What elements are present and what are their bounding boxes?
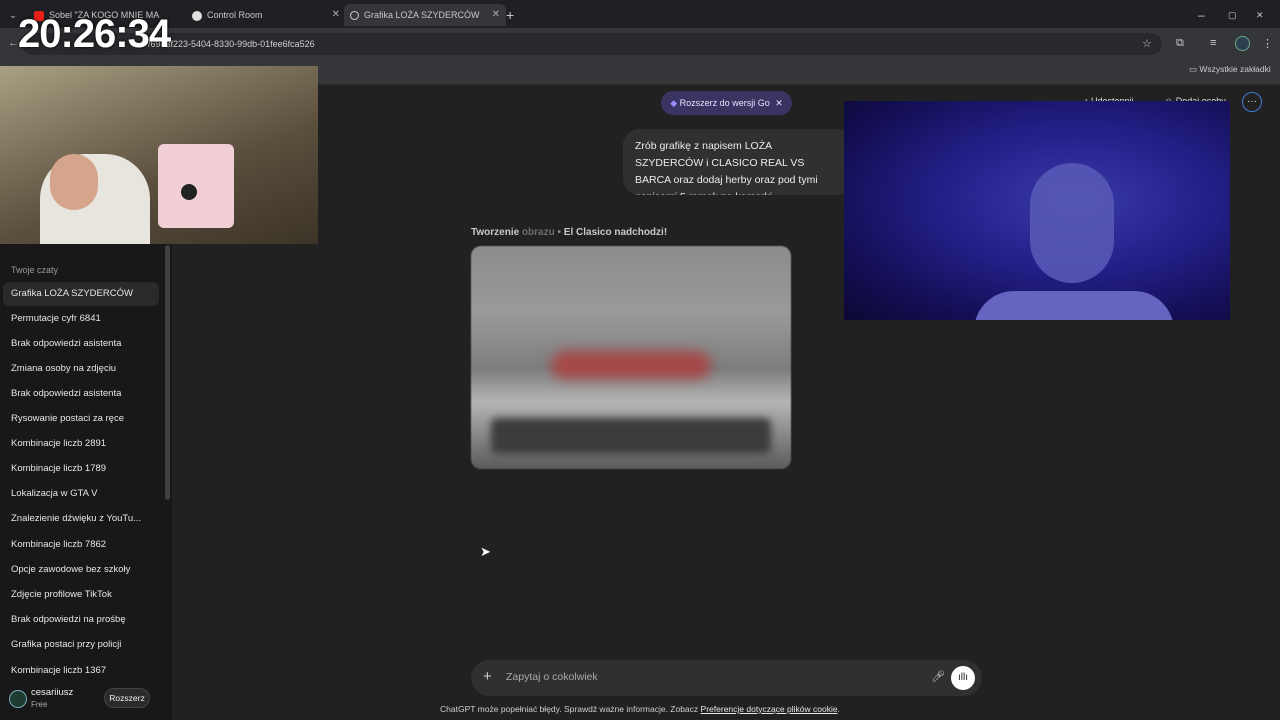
webcam-person-body bbox=[974, 291, 1174, 320]
chat-item-label: Zmiana osoby na zdjęciu bbox=[11, 363, 117, 374]
extensions-icon[interactable]: ⧉ bbox=[1176, 37, 1184, 50]
webcam-person-face bbox=[1030, 163, 1114, 283]
disclaimer-end: . bbox=[837, 704, 840, 714]
chat-item[interactable]: Brak odpowiedzi asistenta bbox=[3, 332, 159, 356]
chat-item-label: Kombinacje liczb 2891 bbox=[11, 438, 107, 449]
upgrade-go-label: Rozszerz do wersji Go bbox=[679, 98, 770, 108]
star-icon[interactable]: ☆ bbox=[1142, 37, 1152, 50]
profile-avatar[interactable] bbox=[1235, 36, 1250, 51]
close-icon[interactable]: ✕ bbox=[775, 98, 783, 108]
chat-item-label: Opcje zawodowe bez szkoły bbox=[11, 564, 131, 575]
microphone-icon[interactable]: 🎤︎ bbox=[931, 670, 945, 683]
sparkle-icon: ◆ bbox=[670, 98, 678, 108]
close-icon[interactable]: ✕ bbox=[492, 4, 500, 26]
url-text: /6963f223-5404-8330-99db-01fee6fca526 bbox=[148, 39, 315, 49]
chat-item[interactable]: Brak odpowiedzi asistenta bbox=[3, 382, 159, 406]
stream-clock: 20:26:34 bbox=[18, 12, 171, 56]
chat-item[interactable]: Grafika postaci przy policji bbox=[3, 633, 159, 657]
composer[interactable]: + Zapytaj o cokolwiek 🎤︎ ıllı bbox=[471, 660, 982, 696]
mouse-cursor-icon: ➤ bbox=[480, 544, 491, 559]
chat-item-label: Brak odpowiedzi na prośbę bbox=[11, 614, 126, 625]
status-text: El Clasico nadchodzi! bbox=[563, 227, 668, 238]
chat-item-label: Lokalizacja w GTA V bbox=[11, 488, 98, 499]
chat-item[interactable]: Permutacje cyfr 6841 bbox=[3, 307, 159, 331]
chat-item[interactable]: Znalezienie dźwięku z YouTu... bbox=[3, 507, 159, 531]
voice-mode-button[interactable]: ıllı bbox=[951, 666, 975, 690]
sidebar-section-title: Twoje czaty bbox=[11, 265, 59, 275]
webcam-overlay-right bbox=[844, 101, 1230, 320]
chat-item-label: Grafika postaci przy policji bbox=[11, 639, 122, 650]
spotify-icon bbox=[181, 184, 197, 200]
chat-item[interactable]: Kombinacje liczb 7862 bbox=[3, 533, 159, 557]
image-blur-frames bbox=[491, 418, 771, 454]
status-prefix: Tworzenie bbox=[471, 227, 520, 238]
tab-grafika[interactable]: Grafika LOŻA SZYDERCÓW ✕ bbox=[344, 4, 506, 26]
chat-item-label: Zdjęcie profilowe TikTok bbox=[11, 589, 112, 600]
chat-item-label: Grafika LOŻA SZYDERCÓW bbox=[11, 288, 133, 299]
prompt-input[interactable]: Zapytaj o cokolwiek bbox=[506, 671, 598, 683]
chat-item[interactable]: Brak odpowiedzi na prośbę bbox=[3, 608, 159, 632]
chat-item-label: Permutacje cyfr 6841 bbox=[11, 313, 101, 324]
chat-item-label: Znalezienie dźwięku z YouTu... bbox=[11, 513, 142, 524]
chatgpt-icon bbox=[350, 11, 359, 21]
more-options-icon[interactable]: ··· bbox=[1242, 92, 1262, 112]
close-icon[interactable]: ✕ bbox=[332, 4, 340, 26]
status-bullet: • bbox=[557, 227, 562, 238]
image-status: Tworzenie obrazu • El Clasico nadchodzi! bbox=[471, 227, 667, 238]
chat-item[interactable]: Zdjęcie profilowe TikTok bbox=[3, 583, 159, 607]
disclaimer-text: ChatGPT może popełniać błędy. Sprawdź wa… bbox=[440, 704, 699, 714]
status-faded: obrazu bbox=[521, 227, 555, 238]
user-message-text: Zrób grafikę z napisem LOŻA SZYDERCÓW i … bbox=[635, 140, 818, 195]
chat-item[interactable]: Kombinacje liczb 2891 bbox=[3, 432, 159, 456]
window-close-icon[interactable]: ✕ bbox=[1256, 4, 1270, 26]
chat-item-label: Brak odpowiedzi asistenta bbox=[11, 338, 122, 349]
cookie-preferences-link[interactable]: Preferencje dotyczące plików cookie bbox=[701, 704, 838, 714]
chat-item[interactable]: Rysowanie postaci za ręce bbox=[3, 407, 159, 431]
url-input[interactable]: /6963f223-5404-8330-99db-01fee6fca526 bbox=[22, 33, 1162, 55]
chat-item-grafika-loza[interactable]: Grafika LOŻA SZYDERCÓW bbox=[3, 282, 159, 306]
tab-control-room[interactable]: Control Room ✕ bbox=[186, 4, 346, 26]
all-bookmarks[interactable]: ▭ Wszystkie zakładki bbox=[1189, 64, 1271, 75]
folder-icon: ▭ bbox=[1189, 64, 1198, 74]
media-icon[interactable]: ≡ bbox=[1210, 37, 1216, 49]
sidebar-scrollbar[interactable] bbox=[165, 245, 170, 500]
user-message-bubble: Zrób grafikę z napisem LOŻA SZYDERCÓW i … bbox=[623, 129, 853, 195]
chat-item-label: Kombinacje liczb 7862 bbox=[11, 539, 107, 550]
chat-item[interactable]: Zmiana osoby na zdjęciu bbox=[3, 357, 159, 381]
chat-item-label: Kombinacje liczb 1789 bbox=[11, 463, 107, 474]
chat-item-label: Brak odpowiedzi asistenta bbox=[11, 388, 122, 399]
plus-icon[interactable]: + bbox=[483, 668, 492, 685]
disclaimer: ChatGPT może popełniać błędy. Sprawdź wa… bbox=[0, 704, 1280, 714]
new-tab-button[interactable]: + bbox=[506, 4, 520, 26]
tab-label: Grafika LOŻA SZYDERCÓW bbox=[364, 10, 480, 20]
browser-tab-bar: ⌄ Sobel "ZA KOGO MNIE MA Control Room ✕ … bbox=[0, 0, 1280, 28]
tab-label: Control Room bbox=[207, 10, 263, 20]
kebab-menu-icon[interactable]: ⋮ bbox=[1262, 37, 1273, 50]
chat-item-label: Kombinacje liczb 1367 bbox=[11, 665, 107, 676]
chat-item[interactable]: Opcje zawodowe bez szkoły bbox=[3, 558, 159, 582]
webcam-person-head bbox=[50, 154, 98, 210]
image-blur-red bbox=[551, 351, 711, 379]
user-name: cesariiusz bbox=[31, 687, 74, 698]
voice-wave-icon: ıllı bbox=[958, 672, 968, 683]
globe-icon bbox=[192, 10, 202, 21]
webcam-jersey bbox=[158, 144, 234, 228]
all-bookmarks-label: Wszystkie zakładki bbox=[1199, 64, 1271, 74]
chat-item[interactable]: Lokalizacja w GTA V bbox=[3, 482, 159, 506]
upgrade-go-pill[interactable]: ◆ Rozszerz do wersji Go ✕ bbox=[661, 91, 792, 115]
minimize-icon[interactable]: – bbox=[1198, 4, 1214, 26]
chat-item-label: Rysowanie postaci za ręce bbox=[11, 413, 124, 424]
webcam-overlay-left bbox=[0, 66, 318, 244]
chat-item[interactable]: Kombinacje liczb 1789 bbox=[3, 457, 159, 481]
maximize-icon[interactable]: ▢ bbox=[1228, 4, 1242, 26]
generated-image-placeholder bbox=[471, 246, 791, 469]
